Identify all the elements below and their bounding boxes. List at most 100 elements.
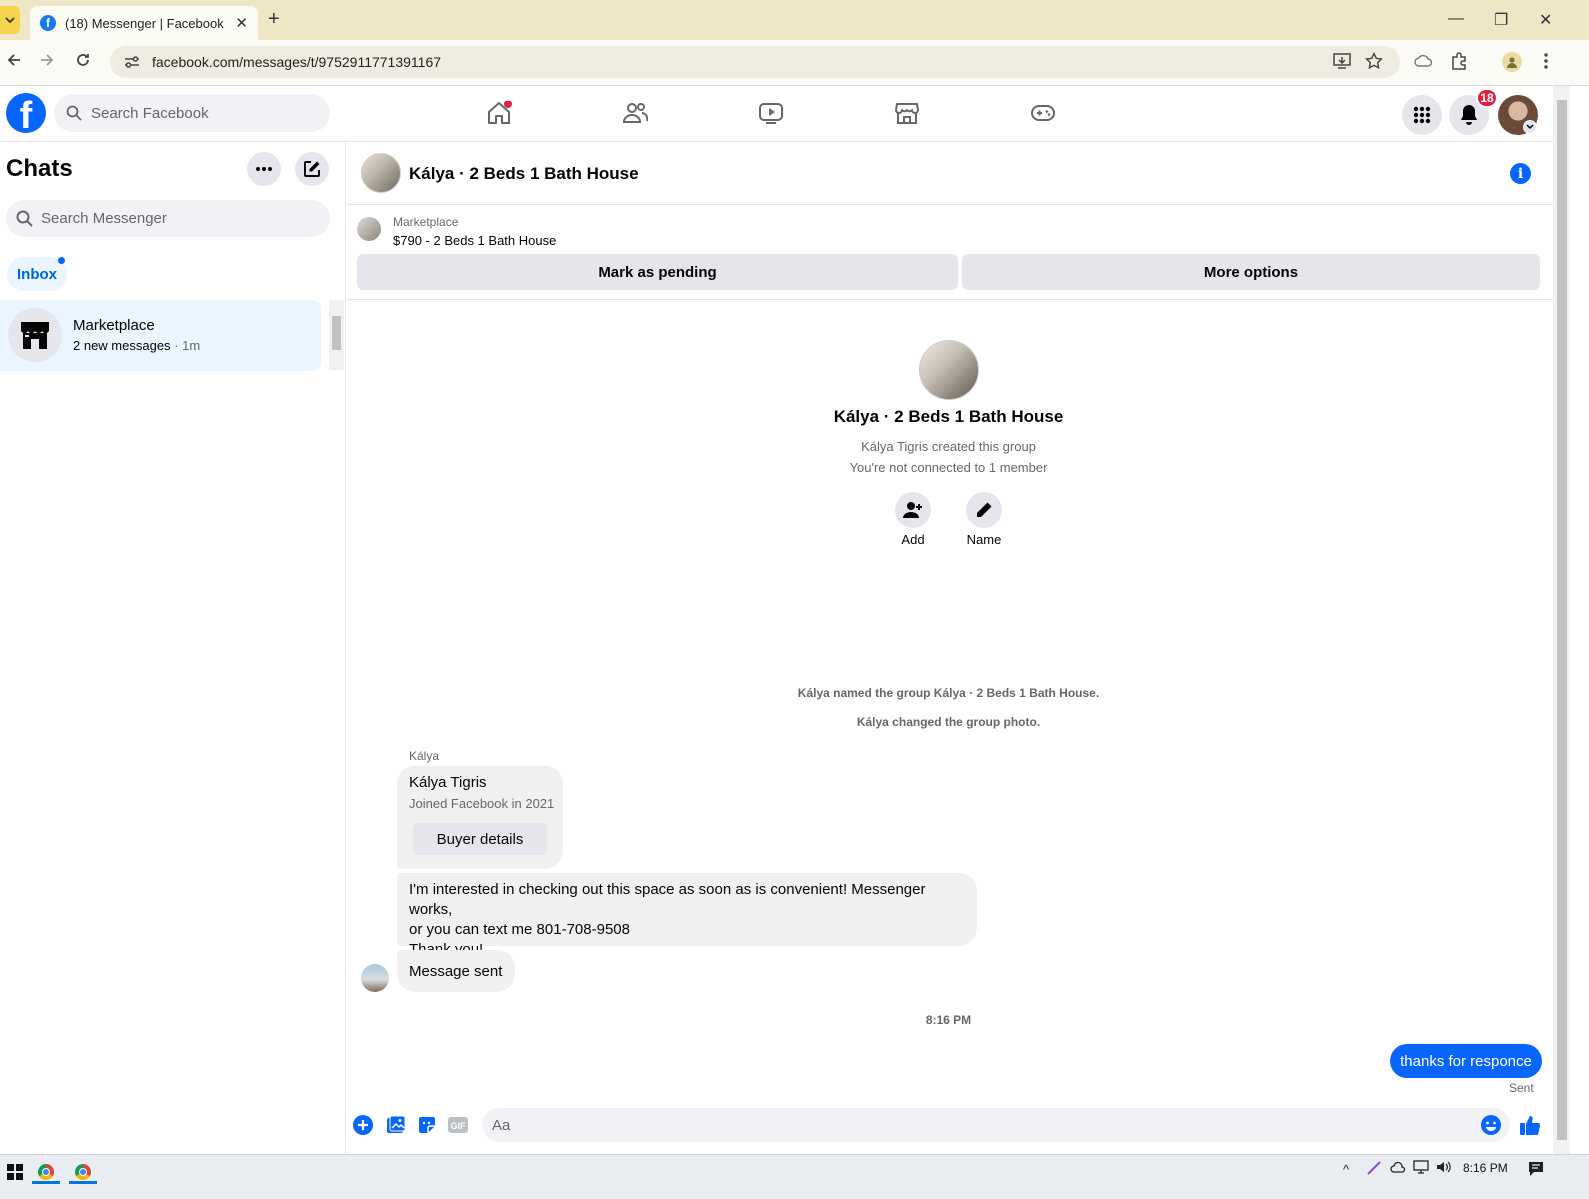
marketplace-avatar — [8, 308, 62, 362]
bell-icon — [1461, 105, 1477, 125]
page-scrollbar[interactable] — [1553, 86, 1570, 1154]
buyer-details-button[interactable]: Buyer details — [413, 823, 547, 855]
buyer-name: Kálya Tigris — [409, 774, 487, 791]
conversation-title[interactable]: Kálya · 2 Beds 1 Bath House — [409, 164, 639, 184]
message-input-placeholder: Aa — [492, 1116, 511, 1134]
status-message-bubble[interactable]: Message sent — [397, 950, 515, 992]
bookmark-star-icon[interactable] — [1365, 52, 1383, 70]
system-message: Kálya named the group Kálya · 2 Beds 1 B… — [797, 686, 1100, 700]
group-intro-name: Kálya · 2 Beds 1 Bath House — [833, 407, 1064, 426]
reload-icon[interactable] — [75, 52, 91, 68]
gif-icon[interactable]: GIF — [446, 1113, 470, 1137]
message-text: I'm interested in checking out this spac… — [409, 881, 926, 958]
forward-arrow-icon[interactable] — [39, 52, 55, 68]
rename-group-button[interactable] — [966, 492, 1002, 528]
listing-thumbnail[interactable] — [357, 217, 381, 241]
more-dots-icon — [256, 167, 272, 171]
notification-center-icon[interactable] — [1528, 1161, 1544, 1177]
volume-tray-icon[interactable] — [1436, 1160, 1452, 1174]
extension-cloud-icon[interactable] — [1414, 54, 1432, 68]
site-settings-icon[interactable] — [124, 55, 140, 69]
facebook-search-input[interactable]: Search Facebook — [54, 94, 330, 132]
storefront-icon — [21, 322, 49, 349]
add-member-button[interactable] — [895, 492, 931, 528]
chevron-down-icon — [5, 17, 15, 24]
facebook-favicon-icon: f — [40, 15, 56, 31]
tab-search-button[interactable] — [0, 6, 20, 34]
messenger-search-placeholder: Search Messenger — [41, 210, 167, 227]
group-avatar[interactable] — [361, 153, 401, 193]
message-status: Sent — [1509, 1081, 1534, 1095]
sender-name: Kálya — [409, 749, 440, 763]
svg-text:GIF: GIF — [451, 1121, 467, 1131]
account-chevron-down-icon[interactable] — [1523, 120, 1537, 134]
chats-options-button[interactable] — [247, 152, 281, 186]
home-icon[interactable] — [479, 98, 519, 128]
extensions-puzzle-icon[interactable] — [1450, 52, 1468, 70]
info-icon[interactable]: i — [1510, 163, 1531, 184]
add-member-label: Add — [901, 532, 925, 547]
taskbar-active-indicator — [32, 1181, 60, 1184]
minimize-button[interactable]: — — [1448, 10, 1464, 28]
restore-button[interactable]: ❐ — [1494, 10, 1508, 30]
messenger-search-input[interactable]: Search Messenger — [6, 200, 330, 237]
browser-tab[interactable]: f (18) Messenger | Facebook ✕ — [30, 6, 258, 40]
friends-icon[interactable] — [615, 98, 655, 128]
divider — [347, 299, 1553, 300]
browser-menu-icon[interactable] — [1543, 52, 1549, 70]
windows-start-icon[interactable] — [0, 1159, 30, 1185]
browser-profile-icon[interactable] — [1502, 52, 1522, 72]
listing-source-label: Marketplace — [393, 215, 459, 229]
inbox-unread-dot — [58, 257, 65, 264]
group-intro-avatar — [919, 340, 979, 400]
rename-group-label: Name — [966, 532, 1002, 547]
chats-title: Chats — [6, 155, 73, 182]
facebook-logo[interactable]: f — [6, 93, 46, 133]
emoji-icon[interactable] — [1479, 1113, 1503, 1137]
compose-icon — [304, 161, 320, 177]
more-actions-plus-icon[interactable] — [351, 1113, 375, 1137]
menu-grid-button[interactable] — [1402, 95, 1442, 135]
tray-overflow-chevron-icon[interactable]: ^ — [1343, 1162, 1349, 1177]
message-input[interactable]: Aa — [482, 1108, 1510, 1142]
onedrive-tray-icon[interactable] — [1390, 1160, 1406, 1174]
mark-as-pending-button[interactable]: Mark as pending — [357, 254, 958, 290]
marketplace-icon[interactable] — [887, 98, 927, 128]
url-text: facebook.com/messages/t/9752911771391167 — [152, 54, 442, 70]
attach-photo-icon[interactable] — [384, 1113, 408, 1137]
tab-close-icon[interactable]: ✕ — [235, 14, 248, 32]
chat-list-scrollbar[interactable] — [329, 300, 344, 370]
search-icon — [16, 210, 33, 227]
new-message-button[interactable] — [295, 152, 329, 186]
listing-title[interactable]: $790 - 2 Beds 1 Bath House — [393, 233, 556, 248]
os-taskbar — [0, 1154, 1589, 1199]
add-person-icon — [903, 502, 922, 518]
buyer-joined: Joined Facebook in 2021 — [409, 796, 555, 811]
install-app-icon[interactable] — [1333, 53, 1351, 69]
sticker-icon[interactable] — [415, 1113, 439, 1137]
address-bar[interactable]: facebook.com/messages/t/9752911771391167 — [110, 46, 1400, 78]
taskbar-active-indicator — [69, 1181, 97, 1184]
like-thumbs-up-icon[interactable] — [1518, 1113, 1542, 1137]
watch-icon[interactable] — [751, 98, 791, 128]
search-icon — [66, 105, 82, 121]
more-options-button[interactable]: More options — [962, 254, 1540, 290]
new-tab-button[interactable]: + — [268, 8, 280, 31]
sender-avatar[interactable] — [361, 964, 389, 992]
chat-time: · 1m — [174, 338, 201, 353]
chat-preview-text: 2 new messages — [73, 338, 171, 353]
message-timestamp: 8:16 PM — [925, 1013, 972, 1027]
gaming-icon[interactable] — [1023, 98, 1063, 128]
chat-name: Marketplace — [73, 317, 155, 334]
grid-icon — [1413, 106, 1431, 124]
window-close-button[interactable]: ✕ — [1539, 10, 1552, 30]
chats-panel — [0, 142, 346, 1154]
taskbar-clock[interactable]: 8:16 PM — [1463, 1161, 1508, 1175]
tab-title: (18) Messenger | Facebook — [65, 15, 224, 31]
chat-preview: 2 new messages · 1m — [73, 338, 200, 353]
network-tray-icon[interactable] — [1413, 1160, 1429, 1174]
my-message-bubble[interactable]: thanks for responce — [1390, 1044, 1542, 1078]
pen-tray-icon[interactable] — [1366, 1160, 1382, 1176]
facebook-search-placeholder: Search Facebook — [91, 104, 209, 122]
back-arrow-icon[interactable] — [6, 52, 22, 68]
